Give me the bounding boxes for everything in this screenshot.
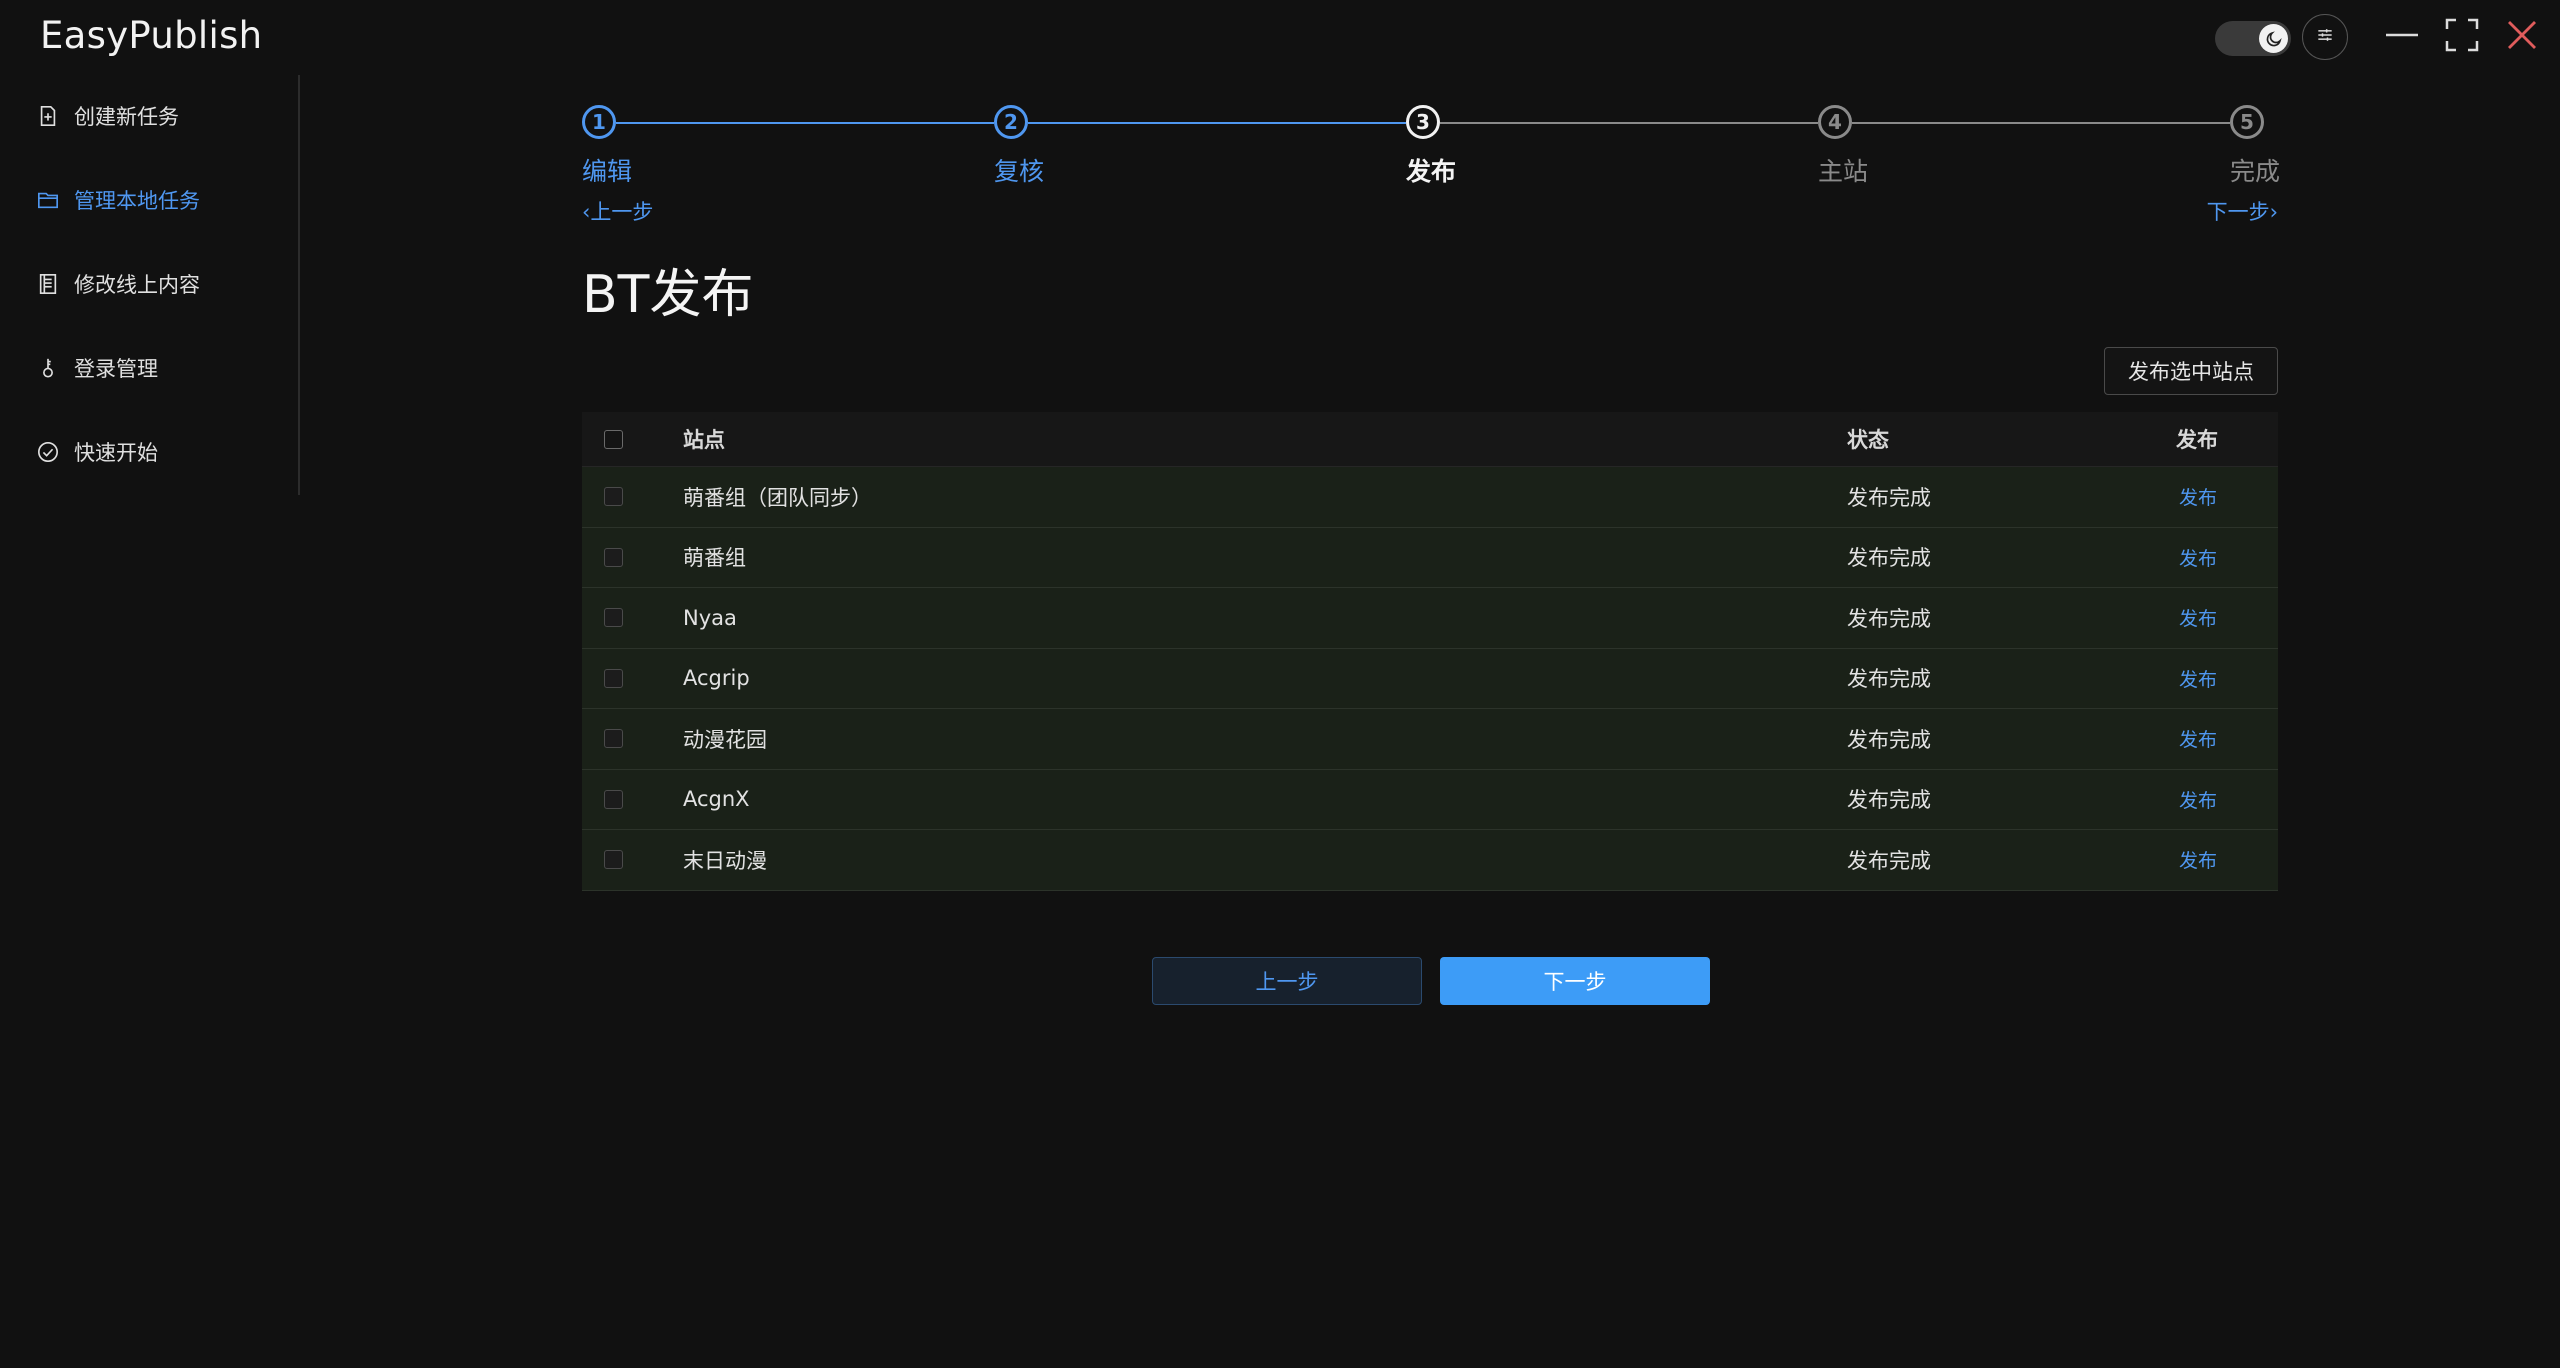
- row-checkbox[interactable]: [604, 608, 623, 628]
- check-circle-icon: [36, 440, 60, 464]
- step-3-circle: 3: [1406, 105, 1440, 139]
- row-checkbox[interactable]: [604, 547, 623, 567]
- sidebar-item-label: 创建新任务: [74, 105, 179, 129]
- status-text: 发布完成: [1847, 546, 1931, 571]
- app-title: EasyPublish: [40, 14, 263, 57]
- close-icon: [2507, 20, 2537, 54]
- row-checkbox[interactable]: [604, 487, 623, 507]
- key-icon: [36, 356, 60, 380]
- step-3-label: 发布: [1406, 157, 1457, 186]
- sidebar-item-label: 登录管理: [74, 357, 158, 381]
- select-all-checkbox[interactable]: [604, 429, 623, 449]
- prev-step-button[interactable]: 上一步: [1152, 957, 1422, 1005]
- table-header-row: 站点 状态 发布: [582, 412, 2278, 467]
- step-2-circle: 2: [994, 105, 1028, 139]
- step-4-circle: 4: [1818, 105, 1852, 139]
- moon-icon: [2259, 24, 2288, 53]
- close-button[interactable]: [2501, 16, 2543, 58]
- page-title: BT发布: [582, 265, 754, 325]
- step-1-label: 编辑: [582, 157, 633, 186]
- table-row: 萌番组（团队同步） 发布完成 发布: [582, 467, 2278, 528]
- step-4-label: 主站: [1818, 157, 1869, 186]
- settings-button[interactable]: [2302, 14, 2348, 60]
- publish-link[interactable]: 发布: [2179, 770, 2217, 830]
- sidebar-item-label: 快速开始: [74, 441, 158, 465]
- row-checkbox[interactable]: [604, 789, 623, 809]
- publish-link[interactable]: 发布: [2179, 830, 2217, 890]
- site-name: Acgrip: [683, 666, 750, 691]
- status-text: 发布完成: [1847, 667, 1931, 692]
- maximize-button[interactable]: [2441, 16, 2483, 58]
- site-name: 萌番组（团队同步）: [683, 485, 872, 510]
- step-connector: [1028, 122, 1406, 124]
- step-connector: [616, 122, 994, 124]
- sidebar-item-edit-online-content[interactable]: 修改线上内容: [36, 264, 200, 304]
- table-row: 末日动漫 发布完成 发布: [582, 830, 2278, 891]
- step-connector: [1852, 122, 2230, 124]
- sidebar-item-label: 修改线上内容: [74, 273, 200, 297]
- publish-link[interactable]: 发布: [2179, 709, 2217, 769]
- publish-link[interactable]: 发布: [2179, 528, 2217, 588]
- publish-table: 站点 状态 发布 萌番组（团队同步） 发布完成 发布 萌番组 发布完成 发布 N…: [582, 412, 2278, 891]
- publish-selected-button[interactable]: 发布选中站点: [2104, 347, 2278, 395]
- site-name: 萌番组: [683, 546, 746, 571]
- column-header-publish: 发布: [2176, 428, 2218, 452]
- step-prev-label: 上一步: [590, 200, 654, 224]
- step-prev-link[interactable]: ‹上一步: [582, 196, 653, 226]
- sidebar-item-quick-start[interactable]: 快速开始: [36, 432, 158, 472]
- step-5-circle: 5: [2230, 105, 2264, 139]
- step-connector: [1440, 122, 1818, 124]
- publish-link[interactable]: 发布: [2179, 467, 2217, 527]
- next-step-button[interactable]: 下一步: [1440, 957, 1710, 1005]
- site-name: 末日动漫: [683, 848, 767, 873]
- file-plus-icon: [36, 104, 60, 128]
- sidebar-item-login-management[interactable]: 登录管理: [36, 348, 158, 388]
- row-checkbox[interactable]: [604, 850, 623, 870]
- site-name: Nyaa: [683, 605, 737, 630]
- row-checkbox[interactable]: [604, 729, 623, 749]
- table-row: AcgnX 发布完成 发布: [582, 769, 2278, 830]
- status-text: 发布完成: [1847, 485, 1931, 510]
- sidebar-item-create-task[interactable]: 创建新任务: [36, 96, 179, 136]
- status-text: 发布完成: [1847, 788, 1931, 813]
- step-1-circle: 1: [582, 105, 616, 139]
- folder-icon: [36, 188, 60, 212]
- table-row: Nyaa 发布完成 发布: [582, 588, 2278, 649]
- sidebar: 创建新任务 管理本地任务 修改线上内容 登录管理 快速开始: [0, 75, 300, 495]
- app-window: EasyPublish 创建新任务 管理本地任务 修改线上内容 登录管理 快速开…: [0, 0, 2560, 1368]
- chevron-right-icon: ›: [2269, 200, 2278, 224]
- theme-toggle[interactable]: [2215, 21, 2291, 56]
- step-progress: 1 2 3 4 5 编辑 复核 发布 主站 完成 ‹上一步 下一步›: [582, 100, 2281, 230]
- table-row: Acgrip 发布完成 发布: [582, 648, 2278, 709]
- document-list-icon: [36, 272, 60, 296]
- step-next-link[interactable]: 下一步›: [2207, 196, 2278, 226]
- publish-link[interactable]: 发布: [2179, 588, 2217, 648]
- table-row: 动漫花园 发布完成 发布: [582, 709, 2278, 770]
- step-5-label: 完成: [2230, 157, 2281, 186]
- row-checkbox[interactable]: [604, 668, 623, 688]
- sliders-icon: [2315, 25, 2335, 49]
- status-text: 发布完成: [1847, 727, 1931, 752]
- site-name: AcgnX: [683, 787, 750, 812]
- sidebar-item-manage-local-tasks[interactable]: 管理本地任务: [36, 180, 200, 220]
- status-text: 发布完成: [1847, 606, 1931, 631]
- minimize-button[interactable]: [2381, 16, 2423, 58]
- minimize-icon: [2384, 17, 2420, 57]
- status-text: 发布完成: [1847, 848, 1931, 873]
- column-header-site: 站点: [683, 428, 725, 452]
- table-row: 萌番组 发布完成 发布: [582, 527, 2278, 588]
- step-2-label: 复核: [994, 157, 1045, 186]
- column-header-status: 状态: [1847, 428, 1889, 452]
- step-next-label: 下一步: [2206, 200, 2270, 224]
- publish-link[interactable]: 发布: [2179, 649, 2217, 709]
- sidebar-item-label: 管理本地任务: [74, 189, 200, 213]
- site-name: 动漫花园: [683, 727, 767, 752]
- maximize-icon: [2445, 18, 2479, 56]
